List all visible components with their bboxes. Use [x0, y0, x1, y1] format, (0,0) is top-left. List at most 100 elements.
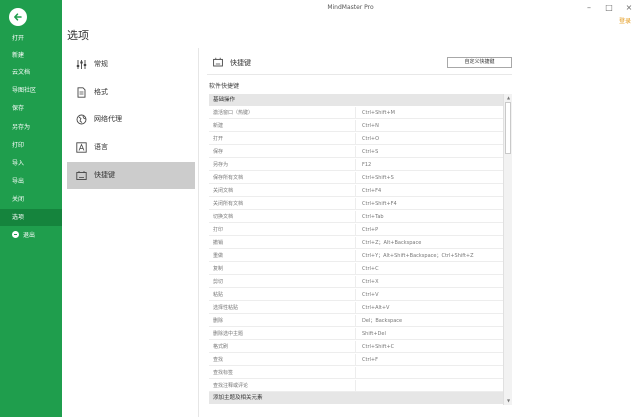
options-item-label: 格式	[94, 88, 108, 96]
sliders-icon	[76, 60, 87, 69]
maximize-button[interactable]: □	[603, 2, 615, 14]
table-row[interactable]: 切换文档 Ctrl+Tab	[209, 211, 503, 223]
table-row[interactable]: 删除 Del；Backspace	[209, 315, 503, 327]
table-row[interactable]: 粘贴 Ctrl+V	[209, 289, 503, 301]
table-row[interactable]: 新建 Ctrl+N	[209, 120, 503, 132]
table-row[interactable]: 删除选中主题 Shift+Del	[209, 328, 503, 340]
sidebar-item-print[interactable]: 打印	[0, 137, 62, 154]
sidebar-item-export[interactable]: 导出	[0, 173, 62, 190]
table-row[interactable]: 保存 Ctrl+S	[209, 146, 503, 158]
document-icon	[77, 87, 86, 98]
sidebar-item-import[interactable]: 导入	[0, 155, 62, 172]
title-bar: MindMaster Pro – □ ×	[62, 0, 639, 18]
shortcut-name: 复制	[213, 263, 356, 275]
table-row[interactable]: 关闭文档 Ctrl+F4	[209, 185, 503, 197]
panel-divider	[198, 48, 199, 417]
table-row[interactable]: 格式刷 Ctrl+Shift+C	[209, 341, 503, 353]
language-icon	[76, 142, 87, 153]
scroll-thumb[interactable]	[505, 102, 511, 154]
shortcut-name: 另存为	[213, 159, 356, 171]
table-row[interactable]: 重做 Ctrl+Y；Alt+Shift+Backspace；Ctrl+Shift+…	[209, 250, 503, 262]
scroll-up-icon[interactable]: ▲	[504, 95, 513, 101]
scroll-down-icon[interactable]: ▼	[504, 398, 513, 404]
shortcut-keys[interactable]: F12	[362, 159, 503, 171]
shortcut-keys[interactable]: Ctrl+Shift+S	[362, 172, 503, 184]
table-row[interactable]: 打开 Ctrl+O	[209, 133, 503, 145]
shortcut-name: 查找注释或评论	[213, 380, 356, 392]
shortcut-name: 撤销	[213, 237, 356, 249]
table-row[interactable]: 查找标签	[209, 367, 503, 379]
table-row[interactable]: 另存为 F12	[209, 159, 503, 171]
table-row[interactable]: 关闭所有文档 Ctrl+Shift+F4	[209, 198, 503, 210]
shortcut-keys[interactable]: Ctrl+Tab	[362, 211, 503, 223]
options-item-proxy[interactable]: 网络代理	[67, 106, 195, 133]
shortcut-keys[interactable]: Ctrl+Y；Alt+Shift+Backspace；Ctrl+Shift+Z	[362, 250, 503, 262]
group-header-add[interactable]: 添加主题及相关元素	[209, 392, 503, 404]
shortcut-keys[interactable]: Ctrl+Shift+M	[362, 107, 503, 119]
shortcut-keys[interactable]	[362, 380, 503, 392]
shortcut-keys[interactable]: Ctrl+O	[362, 133, 503, 145]
shortcuts-title: 快捷键	[230, 59, 251, 67]
shortcut-keys[interactable]: Ctrl+P	[362, 224, 503, 236]
shortcut-keys[interactable]: Ctrl+Shift+F4	[362, 198, 503, 210]
scrollbar[interactable]: ▲ ▼	[503, 94, 512, 405]
keyboard-icon	[213, 57, 223, 67]
sidebar-item-save-as[interactable]: 另存为	[0, 119, 62, 136]
shortcut-name: 激活窗口（热键）	[213, 107, 356, 119]
shortcut-table: 基础操作 激活窗口（热键） Ctrl+Shift+M 新建 Ctrl+N 打开 Ctrl+…	[209, 94, 503, 405]
group-header-basic[interactable]: 基础操作	[209, 94, 503, 106]
sidebar-item-exit-label: 退出	[23, 232, 36, 239]
options-item-label: 快捷键	[94, 171, 115, 179]
shortcut-name: 粘贴	[213, 289, 356, 301]
window-title: MindMaster Pro	[327, 4, 374, 11]
table-row[interactable]: 选择性粘贴 Ctrl+Alt+V	[209, 302, 503, 314]
options-item-shortcuts[interactable]: 快捷键	[67, 162, 195, 189]
customize-shortcuts-button[interactable]: 自定义快捷键	[447, 57, 512, 68]
table-row[interactable]: 剪切 Ctrl+X	[209, 276, 503, 288]
table-row[interactable]: 激活窗口（热键） Ctrl+Shift+M	[209, 107, 503, 119]
section-label: 软件快捷键	[209, 83, 240, 90]
shortcut-name: 格式刷	[213, 341, 356, 353]
shortcut-keys[interactable]: Ctrl+C	[362, 263, 503, 275]
table-row[interactable]: 打印 Ctrl+P	[209, 224, 503, 236]
table-row[interactable]: 复制 Ctrl+C	[209, 263, 503, 275]
shortcut-name: 剪切	[213, 276, 356, 288]
login-link[interactable]: 登录	[619, 16, 631, 25]
arrow-left-icon	[14, 13, 22, 21]
shortcut-name: 切换文档	[213, 211, 356, 223]
sidebar-item-save[interactable]: 保存	[0, 100, 62, 117]
shortcut-keys[interactable]: Ctrl+N	[362, 120, 503, 132]
sidebar-item-cloud[interactable]: 云文档	[0, 64, 62, 81]
shortcut-keys[interactable]: Ctrl+S	[362, 146, 503, 158]
sidebar-item-close[interactable]: 关闭	[0, 191, 62, 208]
options-item-general[interactable]: 常规	[67, 51, 195, 78]
options-item-language[interactable]: 语言	[67, 134, 195, 161]
sidebar-item-community[interactable]: 导图社区	[0, 82, 62, 99]
shortcut-keys[interactable]: Ctrl+V	[362, 289, 503, 301]
shortcut-keys[interactable]	[362, 367, 503, 379]
keyboard-icon	[76, 171, 87, 180]
table-row[interactable]: 查找注释或评论	[209, 380, 503, 392]
shortcut-keys[interactable]: Del；Backspace	[362, 315, 503, 327]
file-menu-sidebar: 打开 新建 云文档 导图社区 保存 另存为 打印 导入 导出 关闭 选项 退出	[0, 0, 62, 417]
shortcut-keys[interactable]: Ctrl+Alt+V	[362, 302, 503, 314]
shortcut-name: 保存所有文档	[213, 172, 356, 184]
table-row[interactable]: 撤销 Ctrl+Z；Alt+Backspace	[209, 237, 503, 249]
shortcut-name: 删除	[213, 315, 356, 327]
shortcut-keys[interactable]: Shift+Del	[362, 328, 503, 340]
shortcut-keys[interactable]: Ctrl+X	[362, 276, 503, 288]
sidebar-item-new[interactable]: 新建	[0, 47, 62, 64]
table-row[interactable]: 查找 Ctrl+F	[209, 354, 503, 366]
table-row[interactable]: 保存所有文档 Ctrl+Shift+S	[209, 172, 503, 184]
shortcut-keys[interactable]: Ctrl+F	[362, 354, 503, 366]
back-button[interactable]	[9, 8, 27, 26]
sidebar-item-exit[interactable]: 退出	[0, 227, 62, 244]
close-button[interactable]: ×	[623, 2, 635, 14]
options-item-format[interactable]: 格式	[67, 79, 195, 106]
sidebar-item-open[interactable]: 打开	[0, 30, 62, 47]
minimize-button[interactable]: –	[583, 2, 595, 14]
shortcut-keys[interactable]: Ctrl+Z；Alt+Backspace	[362, 237, 503, 249]
shortcut-keys[interactable]: Ctrl+Shift+C	[362, 341, 503, 353]
sidebar-item-options[interactable]: 选项	[0, 209, 62, 226]
shortcut-keys[interactable]: Ctrl+F4	[362, 185, 503, 197]
